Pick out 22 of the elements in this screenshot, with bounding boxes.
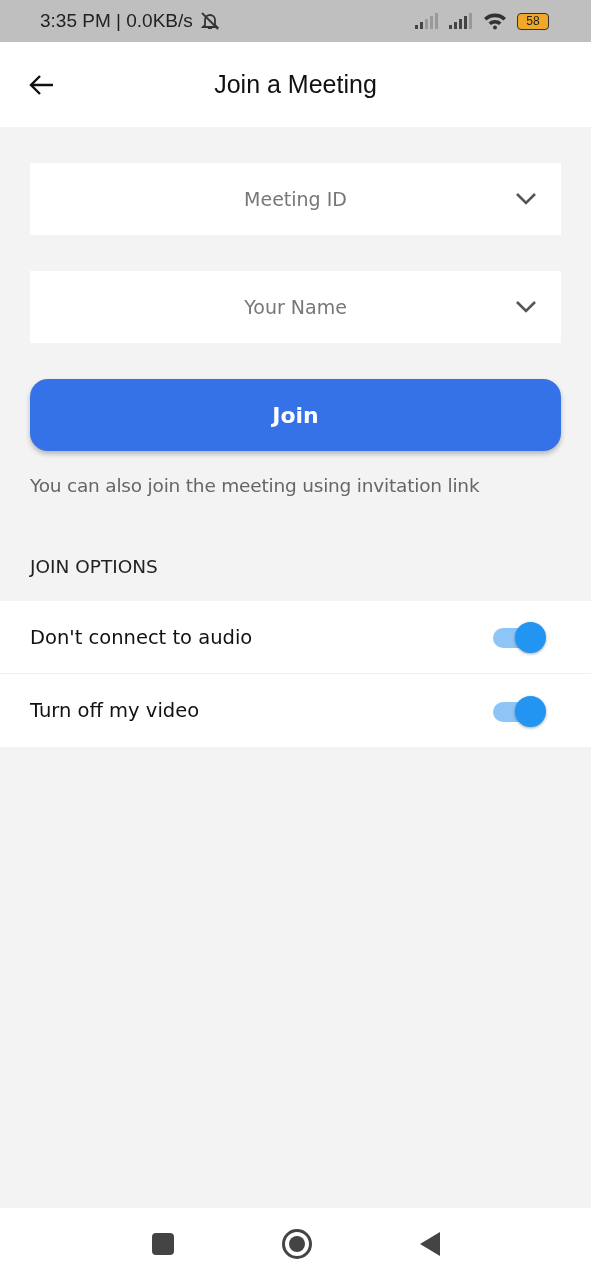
section-heading: JOIN OPTIONS [30, 556, 159, 577]
hint-text: You can also join the meeting using invitation link [30, 475, 481, 496]
signal-icon [449, 13, 475, 29]
toggle-switch[interactable] [491, 694, 547, 727]
option-label: Don't connect to audio [30, 625, 253, 649]
dropdown-field[interactable]: Your Name [30, 271, 561, 343]
option-label: Turn off my video [30, 699, 200, 722]
screen-title: Join a Meeting [213, 70, 378, 99]
status-time: 3:35 PM | 0.0KB/s [40, 10, 193, 32]
join-button[interactable]: Join [30, 379, 561, 451]
chevron-down-icon[interactable] [515, 300, 537, 314]
back-icon[interactable] [418, 1231, 441, 1257]
signal-icon [415, 13, 441, 29]
home-icon[interactable] [280, 1228, 313, 1260]
wifi-icon [483, 12, 507, 30]
chevron-down-icon[interactable] [515, 192, 537, 206]
toggle-switch[interactable] [491, 621, 547, 653]
back-arrow-icon[interactable] [28, 73, 54, 96]
recents-icon[interactable] [150, 1232, 175, 1256]
battery-indicator: 58 [517, 12, 549, 30]
dropdown-field[interactable]: Meeting ID [30, 163, 561, 235]
muted-bell-icon [198, 11, 221, 31]
